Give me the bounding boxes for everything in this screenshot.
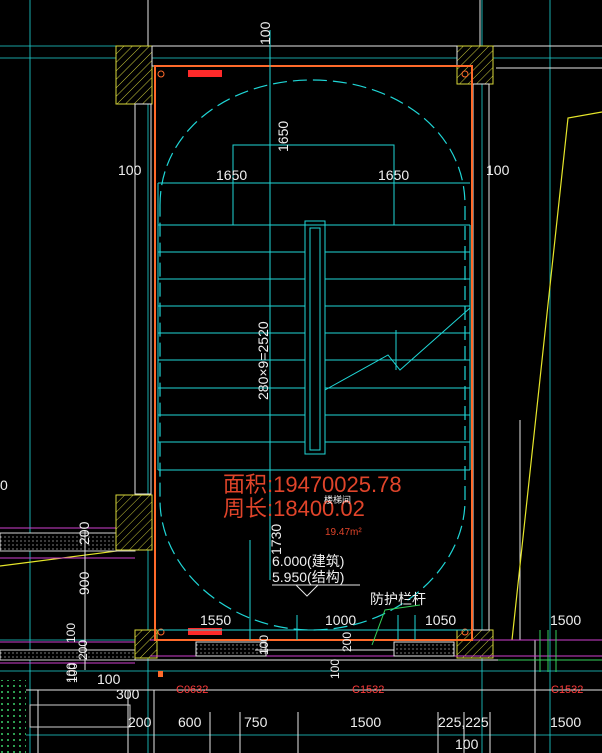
stair-structure — [157, 30, 471, 640]
elevation-marker — [294, 584, 320, 597]
section-marker — [188, 70, 222, 77]
elevation-struct: 5.950(结构) — [272, 569, 344, 585]
dim-bottom-100-b: 100 — [257, 635, 271, 655]
dim-r-1500-a: 1500 — [550, 612, 581, 628]
dim-row-225: 225,225 — [438, 714, 489, 730]
dim-bottom-100-mid: 100 — [328, 659, 342, 679]
railing-note: 防护栏杆 — [370, 591, 426, 607]
room-area: 19.47m² — [325, 527, 362, 538]
dim-landing-1650-v: 1650 — [275, 121, 291, 152]
dim-row-1500b: 1500 — [550, 714, 581, 730]
dim-landing-1650-right: 1650 — [378, 167, 409, 183]
dim-top-100: 100 — [257, 21, 273, 45]
cad-drawing-canvas: 100 100 100 1650 1650 1650 280×9=2520 17… — [0, 0, 602, 753]
dim-b-1550: 1550 — [200, 612, 231, 628]
dim-row-100: 100 — [455, 736, 479, 752]
bottom-rails — [150, 639, 602, 657]
dim-row-750: 750 — [244, 714, 268, 730]
dim-landing-1650-left: 1650 — [216, 167, 247, 183]
dim-right-100: 100 — [486, 162, 510, 178]
dim-left-100a: 100 — [64, 623, 78, 643]
dim-left-900: 900 — [76, 571, 92, 595]
ref-c1532-b: C1532 — [551, 684, 583, 696]
dim-stair-run: 280×9=2520 — [255, 321, 271, 400]
dim-bottom-100-c: 100 — [66, 663, 80, 683]
dim-bottom-200-mid: 200 — [340, 632, 354, 652]
dashed-ellipse — [159, 79, 466, 631]
room-name: 楼梯间 — [324, 494, 351, 505]
dim-left-200: 200 — [76, 521, 92, 545]
area-label: 面积:19470025.78 — [223, 472, 402, 497]
elevation-arch: 6.000(建筑) — [272, 553, 344, 569]
dim-row-200: 200 — [128, 714, 152, 730]
dim-left-100: 100 — [118, 162, 142, 178]
left-bottom-box — [158, 671, 163, 677]
section-marker — [188, 628, 222, 635]
ref-c1532-a: C1532 — [352, 684, 384, 696]
dim-b-1050: 1050 — [425, 612, 456, 628]
ref-c0632: C0632 — [176, 684, 208, 696]
dim-row-300: 300 — [116, 686, 140, 702]
dim-left-0: 0 — [0, 477, 8, 493]
corner-mark — [157, 70, 165, 78]
dim-left-200b: 200 — [76, 640, 90, 660]
dim-bottom-100-a: 100 — [97, 671, 121, 687]
dim-row-1500: 1500 — [350, 714, 381, 730]
dim-bottom-1730: 1730 — [268, 524, 284, 555]
dim-row-600: 600 — [178, 714, 202, 730]
dim-b-1000: 1000 — [325, 612, 356, 628]
